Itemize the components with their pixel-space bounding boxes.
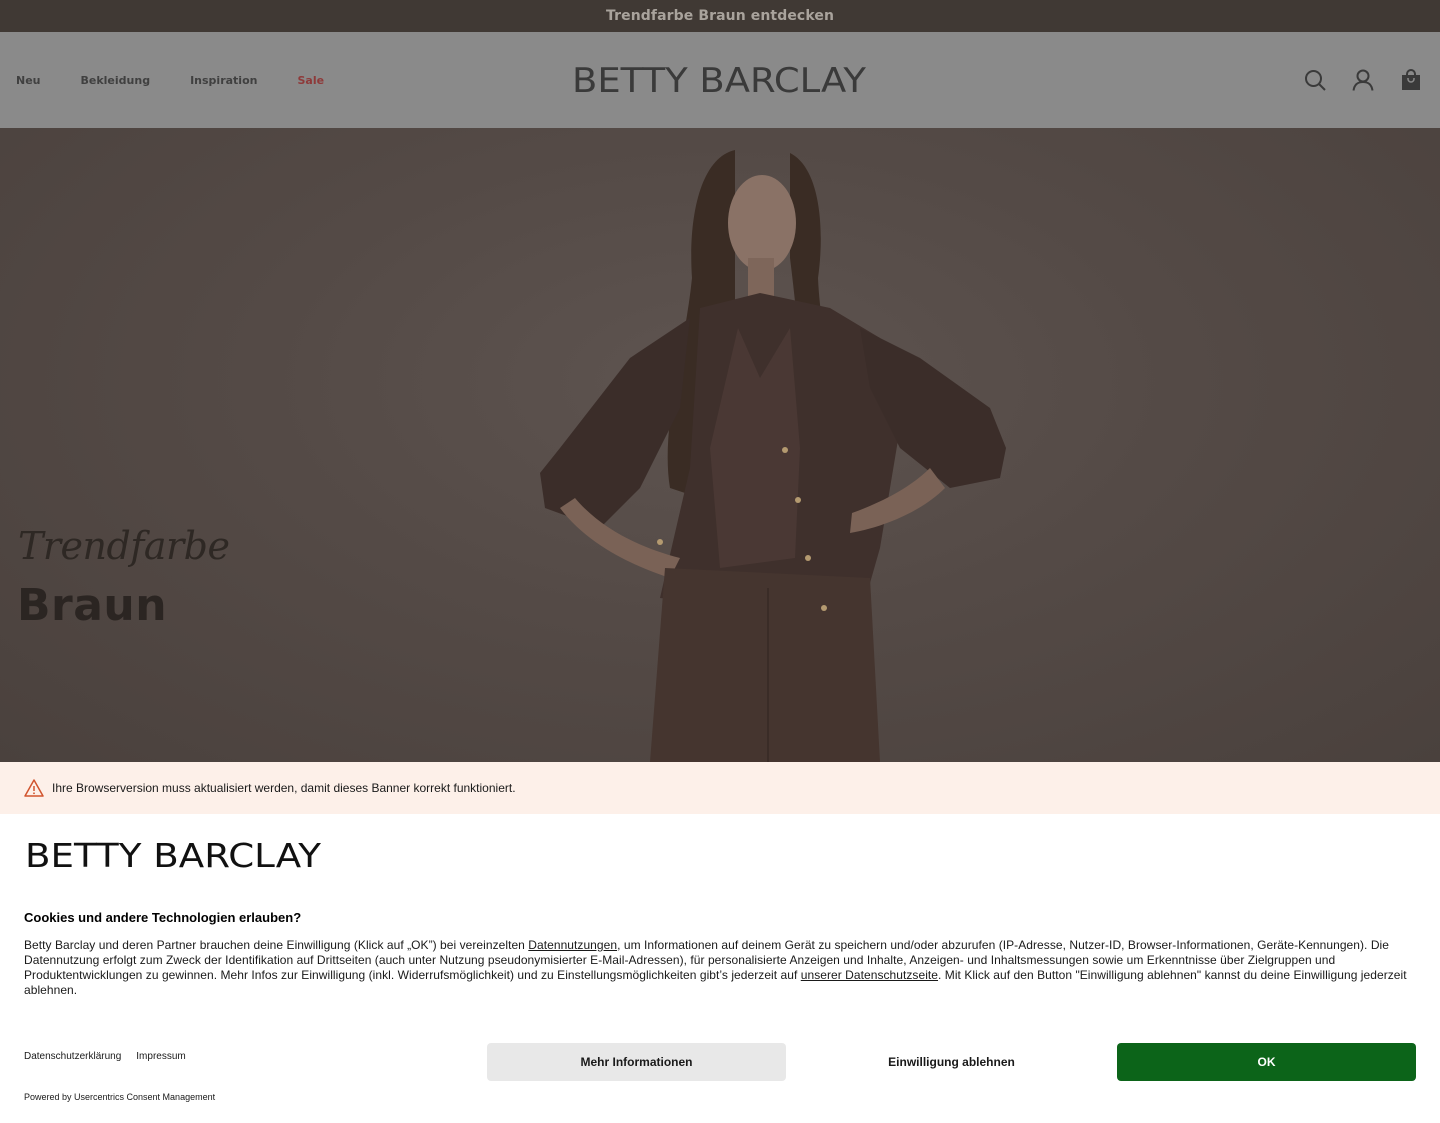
consent-body: Betty Barclay und deren Partner brauchen… [24,938,1419,998]
consent-body-text-1: Betty Barclay und deren Partner brauchen… [24,938,529,952]
consent-dialog: BETTY BARCLAY Cookies und andere Technol… [0,814,1440,1123]
hero-subtitle: Trendfarbe [18,524,230,568]
hero-model-image [540,150,1006,762]
warning-text: Ihre Browserversion muss aktualisiert we… [52,781,516,795]
ok-button[interactable]: OK [1117,1043,1416,1081]
hero-banner[interactable]: Trendfarbe Braun [0,128,1440,762]
header-actions [1304,32,1422,128]
svg-text:BETTY BARCLAY: BETTY BARCLAY [572,63,866,97]
account-icon[interactable] [1352,69,1374,91]
data-usage-link[interactable]: Datennutzungen [528,938,617,952]
powered-by: Powered by Usercentrics Consent Manageme… [24,1092,216,1102]
browser-warning: Ihre Browserversion muss aktualisiert we… [0,762,1440,814]
search-icon[interactable] [1304,69,1326,91]
more-info-button[interactable]: Mehr Informationen [487,1043,786,1081]
svg-text:BETTY BARCLAY: BETTY BARCLAY [25,839,322,869]
consent-title: Cookies und andere Technologien erlauben… [24,910,302,925]
shopping-bag-icon[interactable] [1400,69,1422,91]
nav-item-sale[interactable]: Sale [297,74,324,87]
brand-logo[interactable]: BETTY BARCLAY [571,63,867,97]
consent-footer-links: Datenschutzerklärung Impressum [24,1051,186,1062]
main-nav: Neu Bekleidung Inspiration Sale [16,32,364,128]
consent-brand-logo: BETTY BARCLAY [25,839,322,869]
imprint-link[interactable]: Impressum [136,1051,185,1062]
warning-icon [24,779,44,797]
hero-title[interactable]: Braun [17,580,167,631]
privacy-policy-link[interactable]: Datenschutzerklärung [24,1051,121,1062]
nav-item-neu[interactable]: Neu [16,74,41,87]
privacy-page-link[interactable]: unserer Datenschutzseite [801,968,938,982]
deny-consent-button[interactable]: Einwilligung ablehnen [802,1043,1101,1081]
promo-bar[interactable]: Trendfarbe Braun entdecken [0,0,1440,32]
promo-text[interactable]: Trendfarbe Braun entdecken [606,8,834,24]
nav-item-bekleidung[interactable]: Bekleidung [81,74,151,87]
nav-item-inspiration[interactable]: Inspiration [190,74,257,87]
